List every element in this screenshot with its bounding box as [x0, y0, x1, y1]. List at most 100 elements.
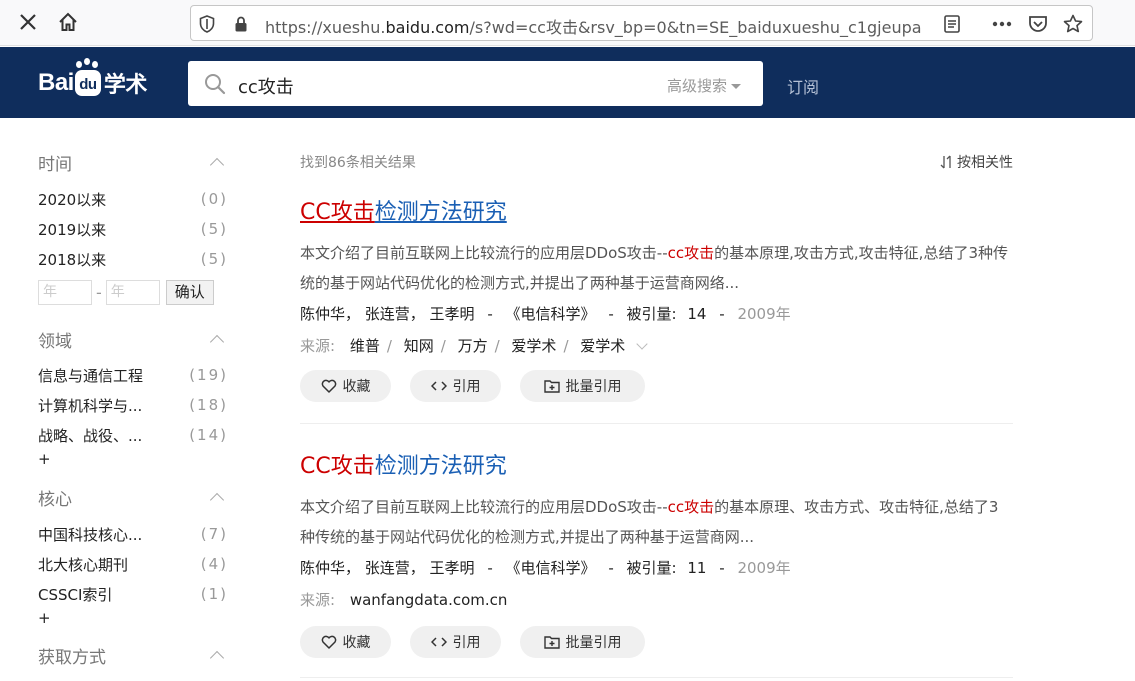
filter-sidebar: 时间 2020以来 (0) 2019以来 (5) 2018以来 (5) 年 - 年 确…	[38, 118, 228, 670]
folder-add-icon	[543, 380, 560, 393]
search-box[interactable]: cc攻击 高级搜索	[188, 61, 763, 106]
url-text[interactable]: https://xueshu.baidu.com/s?wd=cc攻击&rsv_b…	[265, 14, 935, 38]
source-label: 来源:	[300, 591, 336, 609]
folder-add-icon	[543, 636, 560, 649]
batch-cite-button[interactable]: 批量引用	[520, 370, 645, 402]
advanced-search-button[interactable]: 高级搜索	[667, 75, 741, 96]
facet-item[interactable]: 中国科技核心... (7)	[38, 519, 228, 549]
facet-item[interactable]: 信息与通信工程 (19)	[38, 360, 228, 390]
cited-label: 被引量:	[626, 559, 677, 577]
bookmark-star-icon[interactable]	[1063, 14, 1083, 34]
source-link[interactable]: 知网	[404, 337, 434, 355]
facet-item[interactable]: 2019以来 (5)	[38, 214, 228, 244]
sort-button[interactable]: 按相关性	[940, 152, 1013, 172]
code-icon	[430, 381, 447, 391]
site-header: Bai du 学术 cc攻击 高级搜索 订阅	[0, 47, 1135, 118]
batch-cite-button[interactable]: 批量引用	[520, 626, 645, 658]
result-item: CC攻击检测方法研究 本文介绍了目前互联网上比较流行的应用层DDoS攻击--cc…	[300, 448, 1013, 658]
result-title-link[interactable]: CC攻击检测方法研究	[300, 194, 1013, 225]
collect-button[interactable]: 收藏	[300, 626, 391, 658]
result-count: 找到86条相关结果	[300, 155, 416, 171]
chevron-up-icon[interactable]	[209, 334, 225, 350]
source-link[interactable]: 维普	[350, 337, 380, 355]
cite-button[interactable]: 引用	[410, 370, 501, 402]
result-journal[interactable]: 《电信科学》	[506, 305, 596, 323]
facet-item[interactable]: 北大核心期刊 (4)	[38, 549, 228, 579]
logo-xueshu-text: 学术	[103, 72, 148, 97]
facet-core-header[interactable]: 核心	[38, 482, 228, 512]
result-sources: 来源: 维普 / 知网 / 万方 / 爱学术 / 爱学术	[300, 329, 1013, 363]
facet-item[interactable]: 2018以来 (5)	[38, 244, 228, 274]
confirm-button[interactable]: 确认	[165, 279, 214, 305]
result-actions: 收藏 引用 批量引用	[300, 626, 1013, 658]
facet-field-header[interactable]: 领域	[38, 324, 228, 354]
result-abstract: 本文介绍了目前互联网上比较流行的应用层DDoS攻击--cc攻击的基本原理、攻击方…	[300, 498, 999, 546]
chevron-up-icon[interactable]	[209, 492, 225, 508]
year-to-input[interactable]: 年	[105, 279, 160, 305]
reader-view-icon[interactable]	[942, 14, 962, 34]
expand-more-button[interactable]: +	[38, 609, 228, 631]
year-from-input[interactable]: 年	[38, 279, 92, 305]
result-divider	[300, 677, 1013, 678]
cited-label: 被引量:	[626, 305, 677, 323]
close-icon[interactable]	[16, 10, 40, 34]
subscribe-link[interactable]: 订阅	[787, 74, 819, 98]
cite-button[interactable]: 引用	[410, 626, 501, 658]
logo-text: Bai	[38, 69, 74, 96]
result-meta: 陈仲华， 张连营， 王孝明 - 《电信科学》 - 被引量: 14 - 2009年	[300, 305, 791, 323]
source-label: 来源:	[300, 337, 336, 355]
result-meta: 陈仲华， 张连营， 王孝明 - 《电信科学》 - 被引量: 11 - 2009年	[300, 559, 791, 577]
cited-count[interactable]: 11	[687, 559, 706, 577]
range-dash: -	[96, 282, 102, 302]
facet-item[interactable]: CSSCI索引 (1)	[38, 579, 228, 609]
browser-toolbar: https://xueshu.baidu.com/s?wd=cc攻击&rsv_b…	[0, 0, 1135, 46]
facet-title: 获取方式	[38, 647, 106, 668]
facet-time-header[interactable]: 时间	[38, 147, 228, 177]
facet-item[interactable]: 2020以来 (0)	[38, 184, 228, 214]
result-abstract: 本文介绍了目前互联网上比较流行的应用层DDoS攻击--cc攻击的基本原理,攻击方…	[300, 244, 1008, 292]
result-authors[interactable]: 陈仲华， 张连营， 王孝明	[300, 305, 475, 323]
source-link[interactable]: 万方	[458, 337, 488, 355]
caret-down-icon	[731, 84, 741, 89]
more-actions-icon[interactable]	[992, 14, 1012, 34]
facet-title: 时间	[38, 154, 72, 175]
result-title-link[interactable]: CC攻击检测方法研究	[300, 448, 1013, 479]
result-authors[interactable]: 陈仲华， 张连营， 王孝明	[300, 559, 475, 577]
result-year: 2009年	[737, 559, 791, 577]
year-range: 年 - 年 确认	[38, 274, 228, 310]
heart-icon	[321, 635, 336, 649]
facet-title: 领域	[38, 331, 72, 352]
search-icon[interactable]	[204, 73, 226, 99]
pocket-icon[interactable]	[1028, 14, 1048, 34]
facet-item[interactable]: 战略、战役、... (14)	[38, 420, 228, 450]
chevron-down-icon[interactable]	[636, 338, 648, 350]
logo-du-text: du	[79, 76, 97, 93]
facet-title: 核心	[38, 489, 72, 510]
facet-access-header[interactable]: 获取方式	[38, 640, 228, 670]
paw-icon: du	[74, 61, 101, 96]
lock-icon[interactable]	[231, 14, 251, 34]
expand-more-button[interactable]: +	[38, 450, 228, 472]
result-actions: 收藏 引用 批量引用	[300, 370, 1013, 402]
result-item: CC攻击检测方法研究 本文介绍了目前互联网上比较流行的应用层DDoS攻击--cc…	[300, 194, 1013, 402]
home-icon[interactable]	[56, 10, 80, 34]
result-year: 2009年	[737, 305, 791, 323]
result-divider	[300, 423, 1013, 424]
result-sources: 来源: wanfangdata.com.cn	[300, 583, 1013, 617]
collect-button[interactable]: 收藏	[300, 370, 391, 402]
address-bar[interactable]: https://xueshu.baidu.com/s?wd=cc攻击&rsv_b…	[190, 5, 1093, 41]
sort-icon	[940, 155, 951, 169]
chevron-up-icon[interactable]	[209, 157, 225, 173]
chevron-up-icon[interactable]	[209, 650, 225, 666]
source-link[interactable]: 爱学术	[511, 337, 556, 355]
source-link[interactable]: wanfangdata.com.cn	[350, 591, 508, 609]
shield-icon[interactable]	[197, 14, 217, 34]
baidu-xueshu-logo[interactable]: Bai du 学术	[38, 61, 148, 103]
cited-count[interactable]: 14	[687, 305, 706, 323]
facet-item[interactable]: 计算机科学与... (18)	[38, 390, 228, 420]
result-journal[interactable]: 《电信科学》	[506, 559, 596, 577]
source-link[interactable]: 爱学术	[580, 337, 625, 355]
code-icon	[430, 637, 447, 647]
heart-icon	[321, 379, 336, 393]
search-input[interactable]: cc攻击	[238, 73, 294, 99]
